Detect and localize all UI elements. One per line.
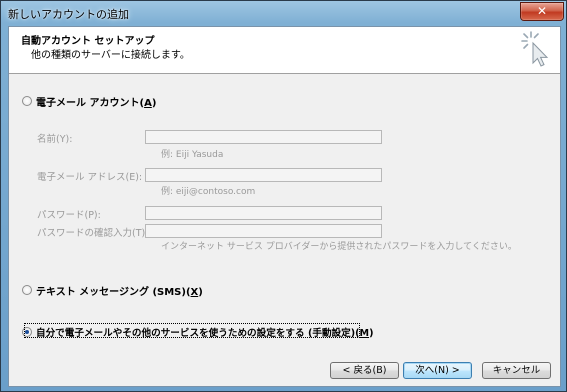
header-title: 自動アカウント セットアップ (21, 36, 155, 47)
next-button[interactable]: 次へ(N) > (403, 362, 472, 379)
close-button[interactable]: ✕ (520, 2, 564, 21)
email-account-radio[interactable] (22, 96, 32, 106)
email-example-hint: 例: eiji@contoso.com (161, 187, 256, 197)
password-confirm-label: パスワードの確認入力(T): (37, 228, 149, 239)
password-label: パスワード(P): (37, 210, 101, 221)
title-bar[interactable]: 新しいアカウントの追加 ✕ (1, 1, 566, 25)
email-account-accesskey: A (144, 98, 152, 109)
dialog-client-area: 自動アカウント セットアップ 他の種類のサーバーに接続します。 電子メール アカ… (8, 26, 561, 387)
password-hint: インターネット サービス プロバイダーから提供されたパスワードを入力してください… (161, 242, 517, 252)
sms-label-suffix: ) (198, 287, 203, 298)
manual-setup-accesskey: M (359, 328, 370, 339)
cancel-button[interactable]: キャンセル (482, 362, 551, 379)
name-input[interactable] (145, 130, 382, 144)
manual-setup-label-text: 自分で電子メールやその他のサービスを使うための設定をする (手動設定)( (36, 328, 360, 339)
header-subtitle: 他の種類のサーバーに接続します。 (31, 50, 190, 61)
email-account-label-text: 電子メール アカウント( (36, 98, 145, 109)
dialog-window: 新しいアカウントの追加 ✕ 自動アカウント セットアップ 他の種類のサーバーに接… (0, 0, 567, 392)
email-label: 電子メール アドレス(E): (37, 172, 143, 183)
wizard-header: 自動アカウント セットアップ 他の種類のサーバーに接続します。 (9, 27, 560, 74)
wizard-sparkle-cursor-icon (521, 31, 549, 67)
sms-label-text: テキスト メッセージング (SMS)( (36, 287, 191, 298)
password-input[interactable] (145, 206, 382, 220)
manual-setup-label-suffix: ) (369, 328, 374, 339)
back-button[interactable]: < 戻る(B) (330, 362, 399, 379)
window-title: 新しいアカウントの追加 (8, 8, 129, 21)
password-confirm-input[interactable] (145, 224, 382, 238)
email-account-option-label[interactable]: 電子メール アカウント(A) (36, 94, 156, 109)
name-example-hint: 例: Eiji Yasuda (161, 150, 224, 160)
sms-radio[interactable] (22, 285, 32, 295)
email-account-label-suffix: ) (151, 98, 157, 109)
name-label: 名前(Y): (37, 134, 73, 145)
manual-setup-option-label[interactable]: 自分で電子メールやその他のサービスを使うための設定をする (手動設定)(M) (36, 325, 373, 339)
email-input[interactable] (145, 168, 382, 182)
sms-option-label[interactable]: テキスト メッセージング (SMS)(X) (36, 283, 203, 298)
